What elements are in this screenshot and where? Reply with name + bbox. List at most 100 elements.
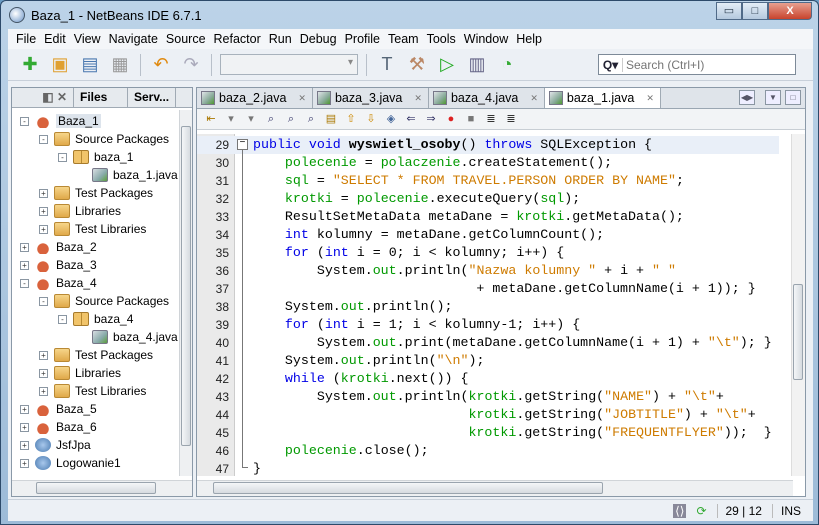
debug-icon[interactable]: ▥: [465, 53, 489, 77]
shift-left-icon[interactable]: ⇐: [403, 111, 419, 127]
expand-icon[interactable]: +: [20, 422, 29, 432]
close-tab-icon[interactable]: ✕: [414, 93, 422, 104]
save-all-icon[interactable]: ▦: [108, 53, 132, 77]
update-icon[interactable]: ⟳: [696, 504, 706, 518]
tree-item[interactable]: + Test Packages: [39, 184, 153, 202]
menu-file[interactable]: File: [12, 32, 40, 46]
build-hammer-icon[interactable]: T: [375, 53, 399, 77]
menu-view[interactable]: View: [70, 32, 105, 46]
menu-profile[interactable]: Profile: [341, 32, 384, 46]
menu-edit[interactable]: Edit: [40, 32, 70, 46]
tab-services[interactable]: Serv...: [128, 88, 177, 107]
tree-item[interactable]: + Baza_6: [20, 418, 97, 436]
tree-item[interactable]: baza_4.java: [77, 328, 178, 346]
expand-icon[interactable]: +: [39, 350, 48, 360]
collapse-icon[interactable]: -: [39, 134, 48, 144]
expand-icon[interactable]: +: [20, 404, 29, 414]
tree-item[interactable]: + Test Libraries: [39, 382, 146, 400]
tab-baza_3-java[interactable]: baza_3.java ✕: [313, 88, 429, 108]
tab-baza_4-java[interactable]: baza_4.java ✕: [429, 88, 545, 108]
toggle-highlight-icon[interactable]: ▤: [323, 111, 339, 127]
collapse-icon[interactable]: -: [20, 278, 29, 288]
maximize-button[interactable]: □: [742, 2, 768, 20]
tree-item[interactable]: + Baza_5: [20, 400, 97, 418]
scroll-tabs-left-button[interactable]: ◀▶: [739, 90, 755, 105]
expand-icon[interactable]: +: [39, 224, 48, 234]
start-macro-icon[interactable]: ●: [443, 111, 459, 127]
tree-item[interactable]: - baza_1: [58, 148, 133, 166]
last-edit-icon[interactable]: ▾: [223, 111, 239, 127]
tree-item[interactable]: - baza_4: [58, 310, 133, 328]
tree-item[interactable]: + Test Libraries: [39, 220, 146, 238]
new-file-icon[interactable]: ✚: [18, 53, 42, 77]
shift-right-icon[interactable]: ⇒: [423, 111, 439, 127]
expand-icon[interactable]: +: [20, 440, 29, 450]
tree-item[interactable]: + Libraries: [39, 202, 121, 220]
comment-icon[interactable]: ≣: [483, 111, 499, 127]
menu-tools[interactable]: Tools: [423, 32, 460, 46]
close-tab-icon[interactable]: ✕: [298, 93, 306, 104]
tree-horizontal-scrollbar[interactable]: [12, 480, 192, 496]
menu-refactor[interactable]: Refactor: [210, 32, 265, 46]
find-next-icon[interactable]: ⌕: [303, 111, 319, 127]
next-bookmark-icon[interactable]: ⇩: [363, 111, 379, 127]
code-area[interactable]: 29 public void wyswietl_osoby() throws SQ…: [197, 134, 779, 476]
collapse-icon[interactable]: -: [39, 296, 48, 306]
collapse-icon[interactable]: -: [58, 314, 67, 324]
toggle-bookmark-icon[interactable]: ◈: [383, 111, 399, 127]
clean-build-icon[interactable]: ⚒: [405, 53, 429, 77]
fold-marker-icon[interactable]: −: [237, 139, 248, 150]
expand-icon[interactable]: +: [39, 206, 48, 216]
collapse-icon[interactable]: -: [58, 152, 67, 162]
expand-icon[interactable]: +: [20, 458, 29, 468]
close-tab-icon[interactable]: ✕: [646, 93, 654, 104]
back-icon[interactable]: ⇤: [203, 111, 219, 127]
previous-bookmark-icon[interactable]: ⇧: [343, 111, 359, 127]
tab-baza_2-java[interactable]: baza_2.java ✕: [197, 88, 313, 108]
uncomment-icon[interactable]: ≣: [503, 111, 519, 127]
close-button[interactable]: X: [768, 2, 812, 20]
tree-item[interactable]: - Baza_1: [20, 112, 101, 130]
find-previous-icon[interactable]: ⌕: [283, 111, 299, 127]
menu-team[interactable]: Team: [384, 32, 423, 46]
search-input[interactable]: [623, 57, 783, 72]
run-icon[interactable]: ▷: [435, 53, 459, 77]
menu-run[interactable]: Run: [265, 32, 296, 46]
tree-item[interactable]: baza_1.java: [77, 166, 178, 184]
find-selection-icon[interactable]: ⌕: [263, 111, 279, 127]
tree-item[interactable]: + Logowanie1: [20, 454, 121, 472]
redo-icon[interactable]: ↷: [179, 53, 203, 77]
tree-item[interactable]: - Source Packages: [39, 292, 169, 310]
new-project-icon[interactable]: ▣: [48, 53, 72, 77]
expand-icon[interactable]: +: [20, 242, 29, 252]
stop-macro-icon[interactable]: ■: [463, 111, 479, 127]
menu-help[interactable]: Help: [512, 32, 546, 46]
maximize-editor-button[interactable]: □: [785, 90, 801, 105]
menu-debug[interactable]: Debug: [296, 32, 341, 46]
tree-item[interactable]: + Test Packages: [39, 346, 153, 364]
tab-baza_1-java[interactable]: baza_1.java ✕: [544, 88, 661, 108]
expand-icon[interactable]: +: [39, 188, 48, 198]
minimize-button[interactable]: ▭: [716, 2, 742, 20]
forward-icon[interactable]: ▾: [243, 111, 259, 127]
projects-tab-controls[interactable]: ◧ ✕: [12, 88, 74, 107]
tree-item[interactable]: - Source Packages: [39, 130, 169, 148]
close-tab-icon[interactable]: ✕: [530, 93, 538, 104]
tab-files[interactable]: Files: [74, 88, 128, 107]
configuration-combo[interactable]: [220, 54, 358, 75]
menu-navigate[interactable]: Navigate: [105, 32, 162, 46]
expand-icon[interactable]: +: [20, 260, 29, 270]
profile-icon[interactable]: ◔: [495, 53, 519, 77]
notifications-icon[interactable]: ⟨⟩: [673, 503, 687, 518]
tree-item[interactable]: + JsfJpa: [20, 436, 91, 454]
search-icon[interactable]: Q▾: [599, 57, 623, 72]
open-project-icon[interactable]: ▤: [78, 53, 102, 77]
collapse-icon[interactable]: -: [20, 116, 29, 126]
editor-horizontal-scrollbar[interactable]: [197, 480, 793, 496]
menu-window[interactable]: Window: [460, 32, 512, 46]
tree-item[interactable]: + Libraries: [39, 364, 121, 382]
tree-item[interactable]: + Baza_2: [20, 238, 97, 256]
editor-vertical-scrollbar[interactable]: [791, 134, 805, 476]
tree-item[interactable]: - Baza_4: [20, 274, 97, 292]
menu-source[interactable]: Source: [162, 32, 210, 46]
